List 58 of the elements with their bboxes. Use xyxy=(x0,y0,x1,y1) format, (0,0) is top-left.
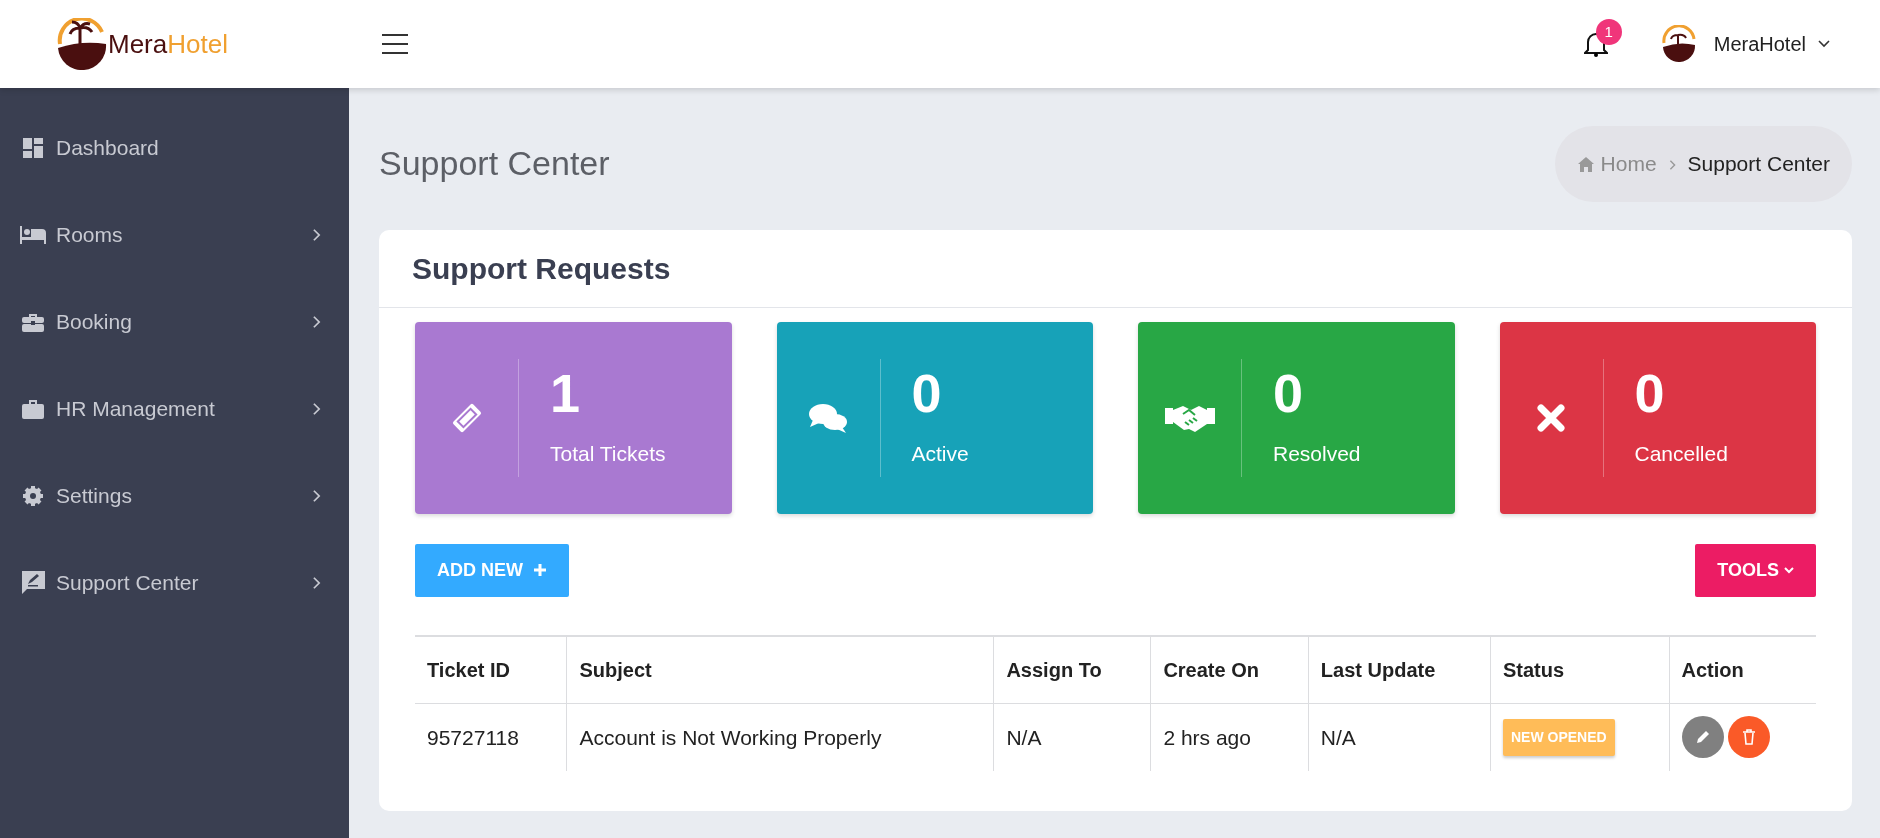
pencil-icon xyxy=(1694,729,1711,746)
avatar-logo-icon xyxy=(1659,25,1698,63)
column-header: Last Update xyxy=(1320,658,1436,681)
chat-edit-icon xyxy=(21,571,45,594)
table-cell: 95727118 xyxy=(427,725,519,749)
sidebar-item[interactable]: Booking xyxy=(0,278,349,365)
sidebar-item[interactable]: Settings xyxy=(0,452,349,539)
column-header: Subject xyxy=(579,658,652,681)
caret-icon xyxy=(1784,566,1794,574)
chevron-right-icon xyxy=(1668,159,1676,172)
chevron-right-icon xyxy=(312,314,321,329)
sidebar-item[interactable]: Rooms xyxy=(0,191,349,278)
chevron-right-icon xyxy=(312,488,321,503)
stat-value: 1 xyxy=(550,365,582,420)
logo-text: MeraHotel xyxy=(108,27,228,61)
stat-value: 0 xyxy=(911,365,943,420)
panel-title: Support Requests xyxy=(412,251,671,285)
sidebar-item[interactable]: Support Center xyxy=(0,539,349,626)
stat-value: 0 xyxy=(1634,365,1666,420)
column-header: Create On xyxy=(1163,658,1259,681)
chevron-right-icon xyxy=(312,401,321,416)
plus-icon xyxy=(533,563,547,577)
table-cell: N/A xyxy=(1320,725,1356,749)
delete-button[interactable] xyxy=(1727,716,1770,759)
caret-icon[interactable] xyxy=(1818,40,1830,48)
stat-label: Cancelled xyxy=(1634,440,1728,467)
chevron-right-icon xyxy=(312,575,321,590)
briefcase-icon xyxy=(22,311,44,332)
table-cell: Account is Not Working Properly xyxy=(579,725,882,749)
notification-count: 1 xyxy=(1595,19,1622,45)
page-title: Support Center xyxy=(379,143,610,185)
chat-icon xyxy=(808,401,848,434)
dashboard-icon xyxy=(23,137,43,158)
tools-button[interactable]: TOOLS xyxy=(1695,543,1816,597)
stat-label: Active xyxy=(911,440,969,467)
chevron-right-icon xyxy=(312,227,321,242)
palm-logo-icon xyxy=(56,18,108,70)
sidebar-item[interactable]: HR Management xyxy=(0,365,349,452)
trash-icon xyxy=(1741,729,1756,746)
stat-value: 0 xyxy=(1273,365,1305,420)
column-header: Assign To xyxy=(1006,658,1102,681)
bed-icon xyxy=(20,225,46,244)
user-name[interactable]: MeraHotel xyxy=(1713,29,1806,59)
edit-button[interactable] xyxy=(1681,716,1724,759)
briefcase-icon xyxy=(22,398,44,419)
table-cell: N/A xyxy=(1006,725,1042,749)
menu-icon[interactable] xyxy=(382,34,408,54)
stat-label: Resolved xyxy=(1273,440,1361,467)
status-badge: NEW OPENED xyxy=(1503,718,1615,756)
column-header: Status xyxy=(1503,658,1565,681)
column-header: Action xyxy=(1681,658,1744,681)
column-header: Ticket ID xyxy=(427,658,510,681)
home-icon xyxy=(1576,155,1595,172)
stat-label: Total Tickets xyxy=(550,440,666,467)
cross-icon xyxy=(1537,403,1565,432)
gear-icon xyxy=(22,484,44,507)
table-cell: 2 hrs ago xyxy=(1163,725,1251,749)
sidebar-item[interactable]: Dashboard xyxy=(0,104,349,191)
